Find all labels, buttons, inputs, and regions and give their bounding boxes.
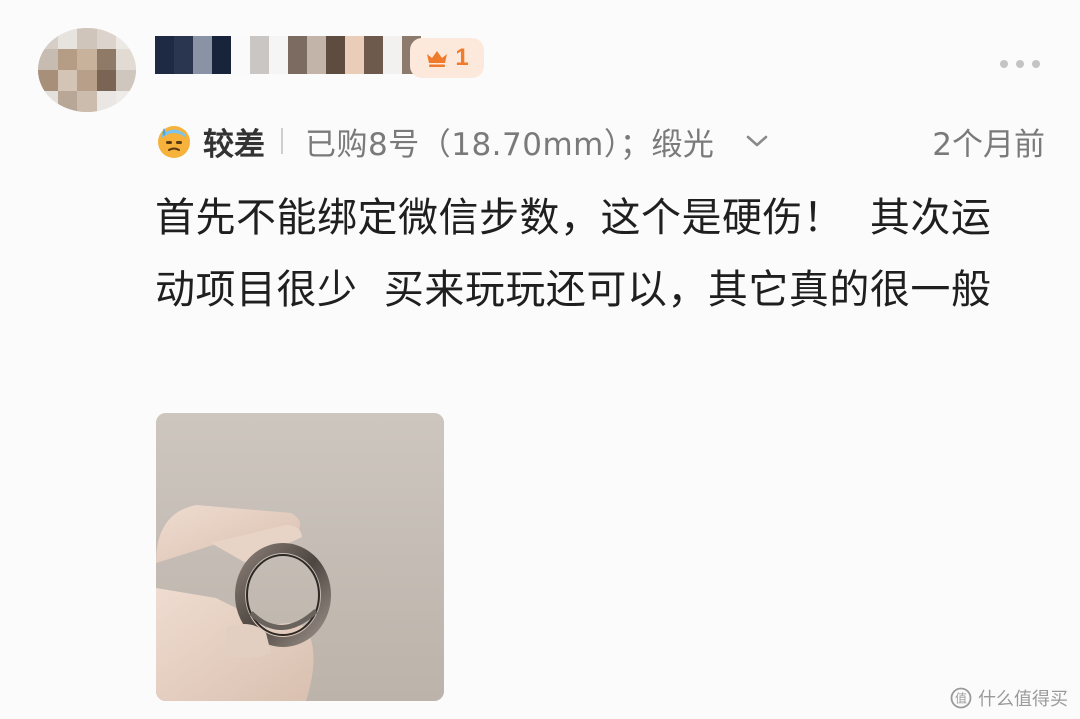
level-badge: 1 bbox=[410, 38, 484, 78]
review-text: 首先不能绑定微信步数，这个是硬伤！ 其次运动项目很少 买来玩玩还可以，其它真的很… bbox=[155, 195, 992, 313]
crown-icon bbox=[427, 51, 448, 67]
site-watermark: 值 什么值得买 bbox=[950, 685, 1068, 711]
meta-divider bbox=[281, 128, 283, 154]
review-time: 2个月前 bbox=[932, 126, 1045, 163]
svg-text:值: 值 bbox=[955, 691, 967, 706]
username-pixelated[interactable] bbox=[155, 36, 421, 74]
site-logo-icon: 值 bbox=[950, 687, 972, 709]
watermark-text: 什么值得买 bbox=[978, 689, 1068, 710]
review-meta: 较差 已购8号（18.70mm）；缎光 2个月前 bbox=[155, 116, 1045, 166]
sweat-face-icon bbox=[158, 126, 190, 158]
level-badge-count: 1 bbox=[455, 44, 469, 71]
review-photo[interactable] bbox=[156, 413, 444, 701]
ring-photo-illustration bbox=[156, 413, 444, 701]
rating-label: 较差 bbox=[203, 126, 265, 163]
more-options-icon[interactable] bbox=[1000, 60, 1040, 68]
chevron-down-icon[interactable] bbox=[744, 132, 770, 150]
avatar[interactable] bbox=[38, 28, 136, 112]
purchase-spec: 已购8号（18.70mm）；缎光 bbox=[305, 126, 715, 163]
